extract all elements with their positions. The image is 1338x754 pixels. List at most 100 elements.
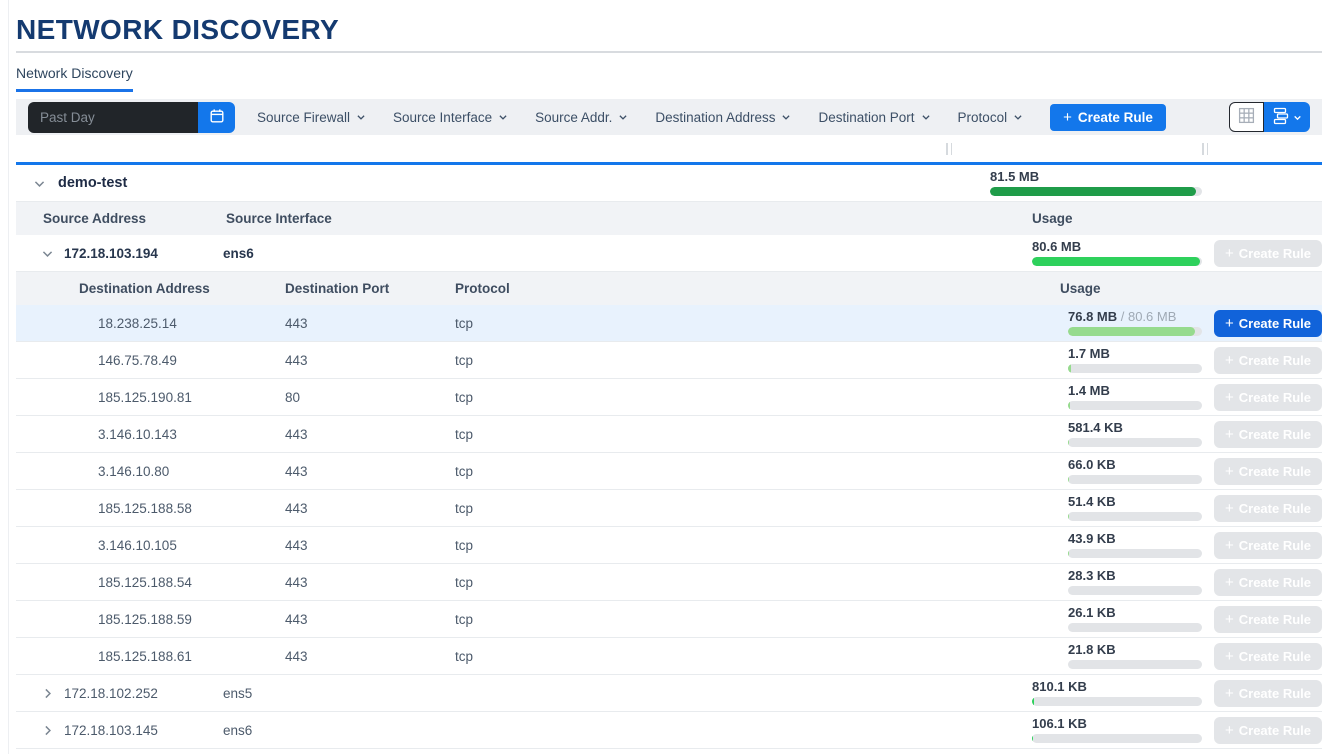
usage-cell: 76.8 MB / 80.6 MB bbox=[1068, 305, 1202, 341]
usage-value: 80.6 MB bbox=[1032, 240, 1202, 254]
usage-cell: 1.4 MB bbox=[1068, 379, 1202, 415]
destination-address: 185.125.188.61 bbox=[16, 638, 285, 674]
column-header-source-interface: Source Interface bbox=[226, 202, 1032, 235]
chevron-right-icon[interactable] bbox=[16, 712, 64, 748]
usage-value: 581.4 KB bbox=[1068, 421, 1202, 435]
protocol: tcp bbox=[455, 564, 1068, 600]
column-resize-handle[interactable] bbox=[946, 143, 952, 155]
tree-view-icon bbox=[1272, 107, 1290, 128]
protocol: tcp bbox=[455, 453, 1068, 489]
chevron-down-icon[interactable] bbox=[16, 235, 64, 271]
usage-bar bbox=[1032, 257, 1202, 266]
grid-view-icon bbox=[1238, 107, 1255, 127]
network-discovery-page: NETWORK DISCOVERY Network Discovery Past… bbox=[16, 13, 1322, 749]
create-rule-row-button: +Create Rule bbox=[1214, 532, 1322, 559]
usage-cell: 80.6 MB bbox=[1032, 235, 1202, 271]
destination-row[interactable]: 18.238.25.14 443 tcp 76.8 MB / 80.6 MB +… bbox=[16, 305, 1322, 342]
destination-row[interactable]: 3.146.10.80 443 tcp 66.0 KB +Create Rule bbox=[16, 453, 1322, 490]
filter-bar: Source Firewall Source Interface Source … bbox=[257, 110, 1050, 125]
destination-address: 3.146.10.143 bbox=[16, 416, 285, 452]
usage-bar bbox=[1068, 364, 1202, 373]
create-rule-row-button: +Create Rule bbox=[1214, 240, 1322, 267]
tree-view-button[interactable] bbox=[1264, 102, 1310, 132]
filter-destination-port[interactable]: Destination Port bbox=[818, 110, 930, 125]
destination-row[interactable]: 185.125.188.54 443 tcp 28.3 KB +Create R… bbox=[16, 564, 1322, 601]
group-name: demo-test bbox=[58, 165, 990, 201]
create-rule-row-button: +Create Rule bbox=[1214, 680, 1322, 707]
usage-value: 810.1 KB bbox=[1032, 680, 1202, 694]
destination-row[interactable]: 185.125.188.58 443 tcp 51.4 KB +Create R… bbox=[16, 490, 1322, 527]
destination-row[interactable]: 185.125.190.81 80 tcp 1.4 MB +Create Rul… bbox=[16, 379, 1322, 416]
plus-icon: + bbox=[1225, 686, 1234, 701]
filter-destination-address[interactable]: Destination Address bbox=[655, 110, 791, 125]
destination-address: 185.125.188.58 bbox=[16, 490, 285, 526]
group-row[interactable]: demo-test 81.5 MB bbox=[16, 165, 1322, 202]
grid-view-button[interactable] bbox=[1229, 102, 1264, 132]
source-interface: ens6 bbox=[223, 712, 1032, 748]
usage-total: / 80.6 MB bbox=[1117, 309, 1176, 324]
destination-row[interactable]: 185.125.188.59 443 tcp 26.1 KB +Create R… bbox=[16, 601, 1322, 638]
date-range-input[interactable]: Past Day bbox=[28, 102, 198, 133]
source-row[interactable]: 172.18.102.252 ens5 810.1 KB +Create Rul… bbox=[16, 675, 1322, 712]
protocol: tcp bbox=[455, 305, 1068, 341]
destination-port: 443 bbox=[285, 490, 455, 526]
destination-port: 443 bbox=[285, 416, 455, 452]
protocol: tcp bbox=[455, 527, 1068, 563]
usage-bar bbox=[1068, 327, 1202, 336]
source-header-row: Source Address Source Interface Usage bbox=[16, 202, 1322, 235]
source-row[interactable]: 172.18.103.145 ens6 106.1 KB +Create Rul… bbox=[16, 712, 1322, 749]
chevron-down-icon[interactable] bbox=[16, 165, 58, 201]
usage-cell: 43.9 KB bbox=[1068, 527, 1202, 563]
create-rule-row-button: +Create Rule bbox=[1214, 643, 1322, 670]
protocol: tcp bbox=[455, 490, 1068, 526]
plus-icon: + bbox=[1225, 723, 1234, 738]
destination-row[interactable]: 185.125.188.61 443 tcp 21.8 KB +Create R… bbox=[16, 638, 1322, 675]
filter-source-interface[interactable]: Source Interface bbox=[393, 110, 508, 125]
usage-bar bbox=[1068, 549, 1202, 558]
destination-address: 18.238.25.14 bbox=[16, 305, 285, 341]
source-address: 172.18.103.194 bbox=[64, 235, 223, 271]
usage-value: 28.3 KB bbox=[1068, 569, 1202, 583]
destination-port: 443 bbox=[285, 453, 455, 489]
source-row[interactable]: 172.18.103.194 ens6 80.6 MB +Create Rule bbox=[16, 235, 1322, 272]
destination-row[interactable]: 146.75.78.49 443 tcp 1.7 MB +Create Rule bbox=[16, 342, 1322, 379]
filter-protocol[interactable]: Protocol bbox=[958, 110, 1024, 125]
plus-icon: + bbox=[1225, 575, 1234, 590]
usage-cell: 81.5 MB bbox=[990, 165, 1322, 201]
toolbar: Past Day Source Firewall Source Inter bbox=[16, 99, 1322, 135]
create-rule-button[interactable]: + Create Rule bbox=[1050, 104, 1166, 131]
column-header-source-address: Source Address bbox=[16, 202, 226, 235]
destination-row[interactable]: 3.146.10.105 443 tcp 43.9 KB +Create Rul… bbox=[16, 527, 1322, 564]
chevron-right-icon[interactable] bbox=[16, 675, 64, 711]
calendar-button[interactable] bbox=[198, 102, 235, 133]
usage-bar bbox=[1032, 697, 1202, 706]
usage-value: 1.4 MB bbox=[1068, 384, 1202, 398]
title-divider bbox=[16, 51, 1322, 53]
usage-value: 21.8 KB bbox=[1068, 643, 1202, 657]
usage-value: 76.8 MB bbox=[1068, 309, 1117, 324]
usage-bar bbox=[1068, 586, 1202, 595]
destination-row[interactable]: 3.146.10.143 443 tcp 581.4 KB +Create Ru… bbox=[16, 416, 1322, 453]
usage-bar bbox=[1068, 512, 1202, 521]
protocol: tcp bbox=[455, 342, 1068, 378]
panel-left-border bbox=[8, 0, 9, 754]
plus-icon: + bbox=[1225, 427, 1234, 442]
plus-icon: + bbox=[1225, 464, 1234, 479]
protocol: tcp bbox=[455, 638, 1068, 674]
create-rule-row-button: +Create Rule bbox=[1214, 384, 1322, 411]
source-address: 172.18.102.252 bbox=[64, 675, 223, 711]
usage-value: 43.9 KB bbox=[1068, 532, 1202, 546]
plus-icon: + bbox=[1225, 649, 1234, 664]
filter-source-firewall[interactable]: Source Firewall bbox=[257, 110, 366, 125]
destination-port: 443 bbox=[285, 564, 455, 600]
create-rule-row-button[interactable]: +Create Rule bbox=[1214, 310, 1322, 337]
usage-bar bbox=[1068, 438, 1202, 447]
source-interface: ens5 bbox=[223, 675, 1032, 711]
filter-source-addr[interactable]: Source Addr. bbox=[535, 110, 628, 125]
plus-icon: + bbox=[1225, 390, 1234, 405]
tab-network-discovery[interactable]: Network Discovery bbox=[16, 65, 133, 92]
column-resize-handle[interactable] bbox=[1202, 143, 1208, 155]
usage-cell: 26.1 KB bbox=[1068, 601, 1202, 637]
usage-bar bbox=[1068, 475, 1202, 484]
destination-port: 443 bbox=[285, 638, 455, 674]
